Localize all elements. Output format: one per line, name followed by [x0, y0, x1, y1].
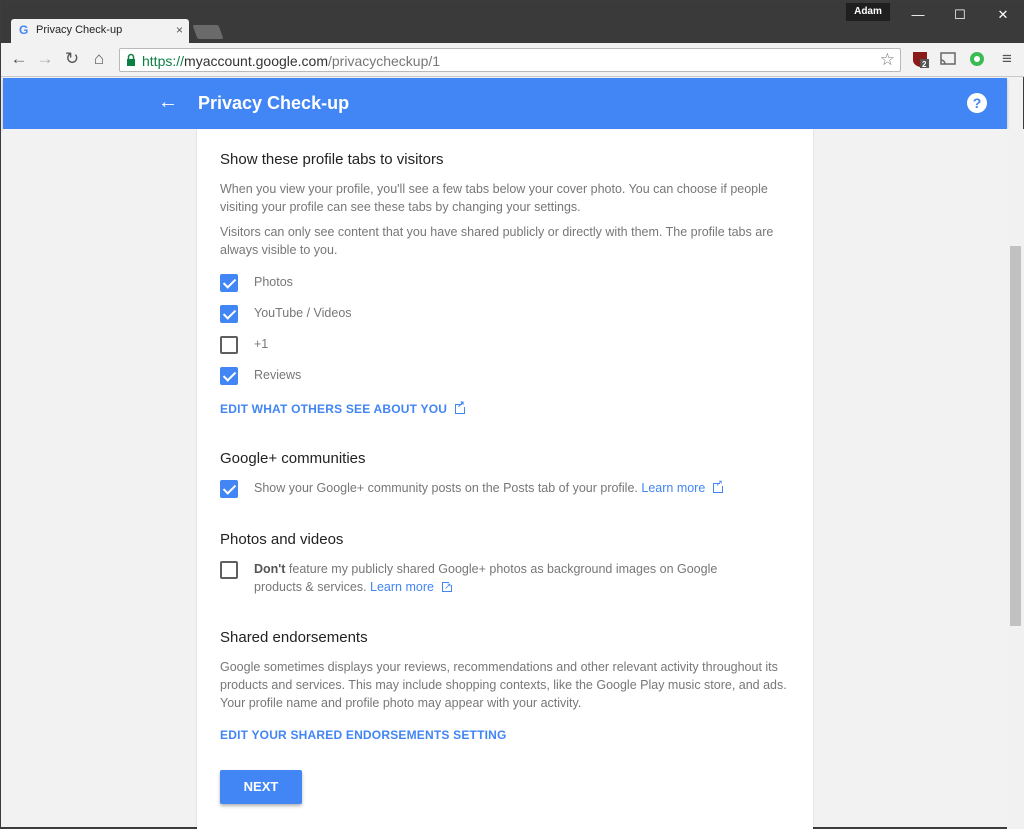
section-title-endorsements: Shared endorsements	[220, 629, 368, 646]
checkbox-label: +1	[254, 337, 269, 351]
external-link-icon	[441, 577, 454, 595]
settings-card: Show these profile tabs to visitors When…	[197, 129, 813, 829]
learn-more-link[interactable]: Learn more	[370, 580, 434, 594]
checkbox-label: Show your Google+ community posts on the…	[254, 478, 726, 495]
next-button[interactable]: NEXT	[220, 770, 302, 804]
checkbox[interactable]	[220, 561, 238, 579]
lock-icon	[127, 53, 135, 66]
page-background: Show these profile tabs to visitors When…	[3, 129, 1007, 829]
help-icon[interactable]: ?	[967, 93, 987, 113]
app-header: ← Privacy Check-up ?	[3, 78, 1007, 129]
forward-icon[interactable]: →	[35, 49, 55, 69]
menu-icon[interactable]: ≡	[997, 49, 1017, 69]
title-bar: G Privacy Check-up × Adam — ☐ ✕	[1, 1, 1024, 43]
edit-what-others-see-link[interactable]: EDIT WHAT OTHERS SEE ABOUT YOU	[220, 399, 468, 416]
learn-more-link[interactable]: Learn more	[641, 481, 705, 495]
new-tab-button[interactable]	[192, 25, 224, 39]
checkbox-label: YouTube / Videos	[254, 306, 352, 320]
address-bar[interactable]: https://myaccount.google.com/privacychec…	[119, 48, 901, 72]
checkbox-label: Reviews	[254, 368, 302, 382]
checkbox[interactable]	[220, 480, 238, 498]
section-title-communities: Google+ communities	[220, 450, 366, 467]
checkbox-label: Don't feature my publicly shared Google+…	[254, 560, 754, 596]
minimize-button[interactable]: —	[904, 5, 932, 25]
reload-icon[interactable]: ↻	[62, 49, 82, 69]
cast-icon[interactable]	[939, 50, 957, 68]
user-profile-badge[interactable]: Adam	[846, 3, 890, 21]
browser-toolbar: ← → ↻ ⌂ https://myaccount.google.com/pri…	[1, 43, 1024, 77]
section-title-profile-tabs: Show these profile tabs to visitors	[220, 151, 444, 168]
scrollbar-thumb[interactable]	[1010, 246, 1021, 626]
profile-tabs-description: When you view your profile, you'll see a…	[220, 182, 768, 214]
maximize-button[interactable]: ☐	[946, 5, 974, 25]
edit-endorsements-link[interactable]: EDIT YOUR SHARED ENDORSEMENTS SETTING	[220, 728, 507, 742]
profile-tabs-visibility-note: Visitors can only see content that you h…	[220, 225, 774, 257]
page-title: Privacy Check-up	[198, 93, 350, 113]
google-favicon-icon: G	[19, 23, 29, 37]
back-icon[interactable]: ←	[9, 49, 29, 69]
section-title-photos-videos: Photos and videos	[220, 531, 344, 548]
home-icon[interactable]: ⌂	[89, 49, 109, 69]
extension-badge: 2	[922, 60, 927, 69]
url-text: https://myaccount.google.com/privacychec…	[142, 53, 441, 69]
checkbox-label: Photos	[254, 275, 293, 289]
checkbox[interactable]	[220, 274, 238, 292]
endorsements-description: Google sometimes displays your reviews, …	[220, 660, 787, 710]
tab-title: Privacy Check-up	[36, 24, 123, 36]
extension-circle-icon[interactable]	[968, 50, 986, 68]
external-link-icon	[455, 399, 468, 414]
close-window-button[interactable]: ✕	[989, 5, 1017, 25]
back-arrow-icon[interactable]: ←	[158, 91, 178, 114]
page-scrollbar[interactable]	[1007, 129, 1024, 829]
browser-window: G Privacy Check-up × Adam — ☐ ✕ ← → ↻ ⌂ …	[0, 0, 1024, 829]
checkbox[interactable]	[220, 367, 238, 385]
checkbox-row-shared-photos[interactable]: Don't feature my publicly shared Google+…	[220, 561, 780, 601]
tab-close-icon[interactable]: ×	[176, 23, 183, 37]
checkbox[interactable]	[220, 305, 238, 323]
external-link-icon	[713, 478, 726, 493]
bookmark-star-icon[interactable]: ☆	[880, 50, 895, 70]
checkbox[interactable]	[220, 336, 238, 354]
browser-tab[interactable]: G Privacy Check-up ×	[11, 19, 189, 43]
